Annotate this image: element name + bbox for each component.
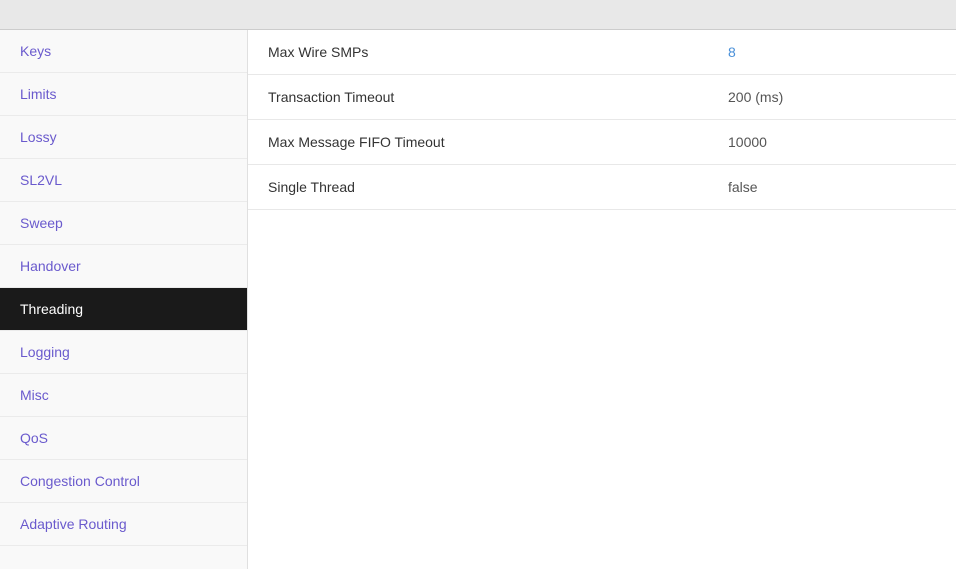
property-row: Single Threadfalse <box>248 165 956 210</box>
property-label: Max Wire SMPs <box>268 44 728 60</box>
property-table: Max Wire SMPs8Transaction Timeout200 (ms… <box>248 30 956 210</box>
sidebar-item-qos[interactable]: QoS <box>0 417 247 460</box>
sidebar: KeysLimitsLossySL2VLSweepHandoverThreadi… <box>0 30 248 569</box>
sidebar-item-misc[interactable]: Misc <box>0 374 247 417</box>
sidebar-item-sl2vl[interactable]: SL2VL <box>0 159 247 202</box>
property-row: Max Message FIFO Timeout10000 <box>248 120 956 165</box>
sidebar-item-handover[interactable]: Handover <box>0 245 247 288</box>
property-value: 8 <box>728 44 936 60</box>
main-container: KeysLimitsLossySL2VLSweepHandoverThreadi… <box>0 30 956 569</box>
sidebar-item-lossy[interactable]: Lossy <box>0 116 247 159</box>
property-value: 10000 <box>728 134 936 150</box>
sidebar-item-sweep[interactable]: Sweep <box>0 202 247 245</box>
sidebar-item-adaptive-routing[interactable]: Adaptive Routing <box>0 503 247 546</box>
sidebar-item-logging[interactable]: Logging <box>0 331 247 374</box>
property-label: Single Thread <box>268 179 728 195</box>
property-label: Max Message FIFO Timeout <box>268 134 728 150</box>
property-value: 200 (ms) <box>728 89 936 105</box>
sidebar-item-threading[interactable]: Threading <box>0 288 247 331</box>
content-area: Max Wire SMPs8Transaction Timeout200 (ms… <box>248 30 956 569</box>
property-label: Transaction Timeout <box>268 89 728 105</box>
sidebar-item-limits[interactable]: Limits <box>0 73 247 116</box>
sidebar-item-congestion-control[interactable]: Congestion Control <box>0 460 247 503</box>
property-value: false <box>728 179 936 195</box>
property-row: Max Wire SMPs8 <box>248 30 956 75</box>
property-row: Transaction Timeout200 (ms) <box>248 75 956 120</box>
sidebar-item-keys[interactable]: Keys <box>0 30 247 73</box>
top-bar <box>0 0 956 30</box>
